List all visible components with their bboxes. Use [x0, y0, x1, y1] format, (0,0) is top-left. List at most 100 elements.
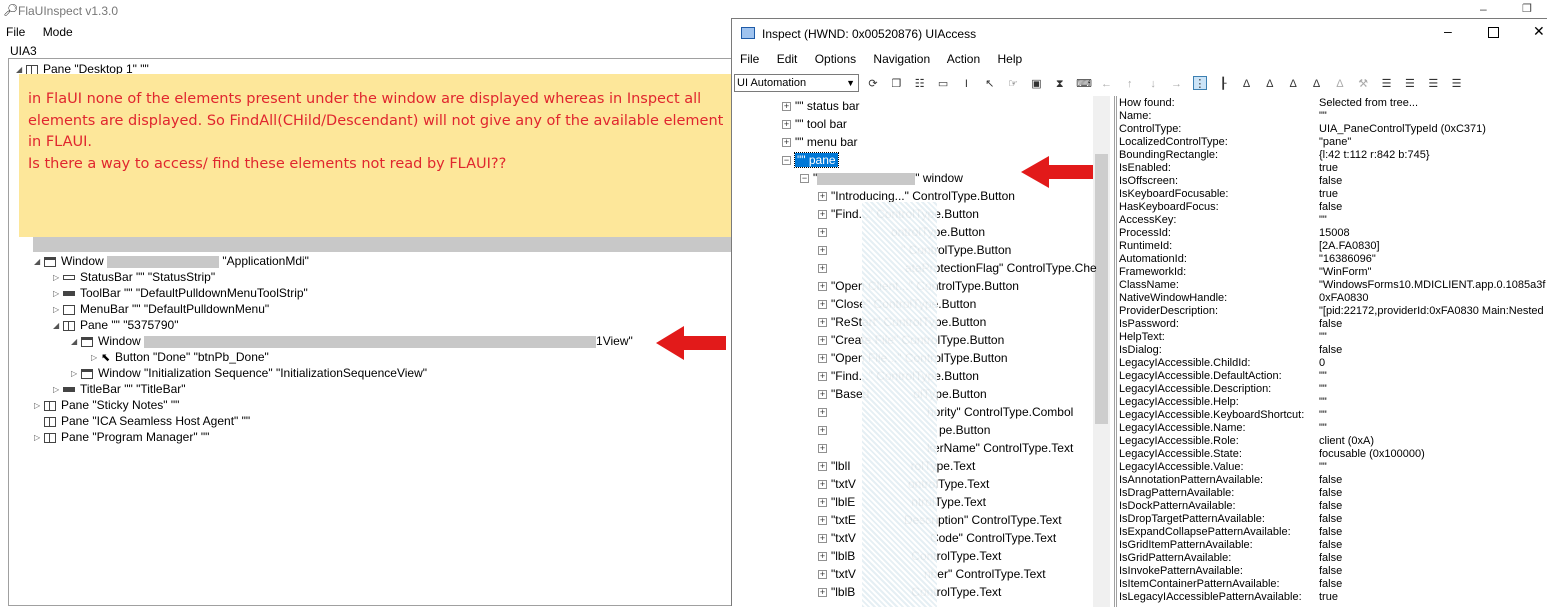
menu-file[interactable]: File — [740, 52, 759, 66]
collapsed-arrow-icon[interactable]: ▷ — [34, 430, 44, 446]
expand-icon[interactable]: + — [818, 588, 827, 598]
menu-navigation[interactable]: Navigation — [873, 52, 930, 66]
tree-item-window-app[interactable]: ◢ Window "ApplicationMdi" — [34, 253, 309, 269]
window-icon[interactable]: ▣ — [1029, 77, 1043, 91]
expand-icon[interactable]: + — [818, 570, 827, 580]
sibling-next-icon[interactable]: Δ — [1286, 77, 1300, 91]
list-alt-icon[interactable]: ☰ — [1403, 77, 1417, 91]
menu-help[interactable]: Help — [998, 52, 1023, 66]
collapse-icon[interactable]: − — [782, 156, 791, 166]
highlight-icon[interactable]: Δ — [1333, 77, 1347, 91]
expand-icon[interactable]: + — [818, 192, 827, 202]
collapsed-arrow-icon[interactable]: ▷ — [53, 382, 63, 398]
expand-icon[interactable]: + — [818, 498, 827, 508]
inspect-item-pane-selected[interactable]: − "" pane — [782, 152, 839, 168]
menu-options[interactable]: Options — [815, 52, 856, 66]
menu-mode[interactable]: Mode — [43, 25, 73, 39]
tree-item-menubar[interactable]: ▷ MenuBar "" "DefaultPulldownMenu" — [53, 301, 269, 317]
expand-icon[interactable]: + — [818, 426, 827, 436]
scrollbar-thumb[interactable] — [1095, 154, 1108, 424]
up-arrow-icon[interactable]: ↑ — [1123, 77, 1137, 91]
right-arrow-icon[interactable]: → — [1169, 77, 1183, 91]
expand-icon[interactable]: + — [818, 408, 827, 418]
expand-icon[interactable]: + — [818, 390, 827, 400]
list-more-icon[interactable]: ☰ — [1426, 77, 1440, 91]
minimize-icon[interactable]: – — [1480, 2, 1487, 16]
collapsed-arrow-icon[interactable]: ▷ — [91, 350, 101, 366]
expand-icon[interactable]: + — [818, 336, 827, 346]
tree-item-window-init[interactable]: ▷ Window "Initialization Sequence" "Initi… — [71, 365, 427, 381]
inspect-item-toolbar[interactable]: + "" tool bar — [782, 116, 847, 132]
rectangle-icon[interactable]: ▭ — [936, 77, 950, 91]
expanded-arrow-icon[interactable]: ◢ — [34, 254, 44, 270]
minimize-icon[interactable]: – — [1444, 23, 1452, 39]
expanded-arrow-icon[interactable]: ◢ — [71, 334, 81, 350]
inspect-item-menubar[interactable]: + "" menu bar — [782, 134, 858, 150]
expand-icon[interactable]: + — [818, 552, 827, 562]
tree-item-toolbar[interactable]: ▷ ToolBar "" "DefaultPulldownMenuToolStri… — [53, 285, 308, 301]
options-icon[interactable]: ⚒ — [1356, 77, 1370, 91]
hand-icon[interactable]: ☞ — [1006, 77, 1020, 91]
inspect-item-window[interactable]: − " " window — [800, 170, 963, 186]
expand-icon[interactable]: + — [818, 264, 827, 274]
maximize-icon[interactable] — [1488, 27, 1499, 38]
tree-item-ica[interactable]: Pane "ICA Seamless Host Agent" "" — [34, 413, 250, 429]
restore-icon[interactable]: ❐ — [1522, 2, 1532, 15]
pointer-icon[interactable]: ↖ — [983, 77, 997, 91]
flaui-tree-scrollbar[interactable] — [33, 236, 738, 252]
expand-icon[interactable]: + — [818, 444, 827, 454]
expand-icon[interactable]: + — [818, 300, 827, 310]
refresh-icon[interactable]: ⟳ — [866, 77, 880, 91]
copy-icon[interactable]: ❐ — [889, 77, 903, 91]
keyboard-icon[interactable]: ⌨ — [1076, 77, 1092, 91]
tree-item-statusbar[interactable]: ▷ StatusBar "" "StatusStrip" — [53, 269, 215, 285]
inspect-item[interactable]: + ataProtectionFlag" ControlType.Che — [818, 260, 1097, 276]
expand-icon[interactable]: + — [818, 210, 827, 220]
expand-icon[interactable]: + — [818, 534, 827, 544]
list-icon[interactable]: ☰ — [1380, 77, 1394, 91]
hourglass-icon[interactable]: ⧗ — [1053, 77, 1067, 91]
child-icon[interactable]: Δ — [1240, 77, 1254, 91]
tree-item-pane-5375790[interactable]: ◢ Pane "" "5375790" — [53, 317, 178, 333]
expand-icon[interactable]: + — [818, 228, 827, 238]
sibling-icon[interactable]: Δ — [1263, 77, 1277, 91]
close-icon[interactable]: ✕ — [1533, 23, 1545, 40]
list-extra-icon[interactable]: ☰ — [1450, 77, 1464, 91]
inspect-item[interactable]: + kerName" ControlType.Text — [818, 440, 1073, 456]
collapsed-arrow-icon[interactable]: ▷ — [71, 366, 81, 382]
menu-action[interactable]: Action — [947, 52, 980, 66]
last-child-icon[interactable]: Δ — [1310, 77, 1324, 91]
down-arrow-icon[interactable]: ↓ — [1146, 77, 1160, 91]
inspect-item-statusbar[interactable]: + "" status bar — [782, 98, 860, 114]
expanded-arrow-icon[interactable]: ◢ — [53, 318, 63, 334]
caret-icon[interactable]: I — [959, 77, 973, 91]
inspect-tree-scrollbar[interactable] — [1093, 96, 1110, 607]
inspect-item[interactable]: + "txtV Code" ControlType.Text — [818, 530, 1056, 546]
inspect-item[interactable]: + hority" ControlType.Combol — [818, 404, 1073, 420]
tree-icon[interactable]: ☷ — [913, 77, 927, 91]
left-arrow-icon[interactable]: ← — [1099, 77, 1113, 91]
menu-file[interactable]: File — [6, 25, 25, 39]
tree-item-button-done[interactable]: ▷ ⬉ Button "Done" "btnPb_Done" — [91, 349, 269, 365]
parent-icon[interactable]: ┠ — [1216, 77, 1230, 91]
tree-item-titlebar[interactable]: ▷ TitleBar "" "TitleBar" — [53, 381, 186, 397]
expand-icon[interactable]: + — [818, 282, 827, 292]
collapsed-arrow-icon[interactable]: ▷ — [34, 398, 44, 414]
expand-icon[interactable]: + — [818, 480, 827, 490]
collapsed-arrow-icon[interactable]: ▷ — [53, 302, 63, 318]
tree-select-icon[interactable]: ⋮ — [1192, 76, 1207, 90]
expand-icon[interactable]: + — [782, 120, 791, 130]
expand-icon[interactable]: + — [818, 354, 827, 364]
expand-icon[interactable]: + — [818, 318, 827, 328]
inspect-item[interactable]: + "txtE Description" ControlType.Text — [818, 512, 1062, 528]
automation-mode-select[interactable]: UI Automation ▼ — [734, 74, 859, 92]
expand-icon[interactable]: + — [782, 138, 791, 148]
collapsed-arrow-icon[interactable]: ▷ — [53, 286, 63, 302]
expand-icon[interactable]: + — [782, 102, 791, 112]
collapse-icon[interactable]: − — [800, 174, 809, 184]
expand-icon[interactable]: + — [818, 462, 827, 472]
expand-icon[interactable]: + — [818, 516, 827, 526]
collapsed-arrow-icon[interactable]: ▷ — [53, 270, 63, 286]
tree-item-program-manager[interactable]: ▷ Pane "Program Manager" "" — [34, 429, 209, 445]
tree-item-sticky-notes[interactable]: ▷ Pane "Sticky Notes" "" — [34, 397, 179, 413]
